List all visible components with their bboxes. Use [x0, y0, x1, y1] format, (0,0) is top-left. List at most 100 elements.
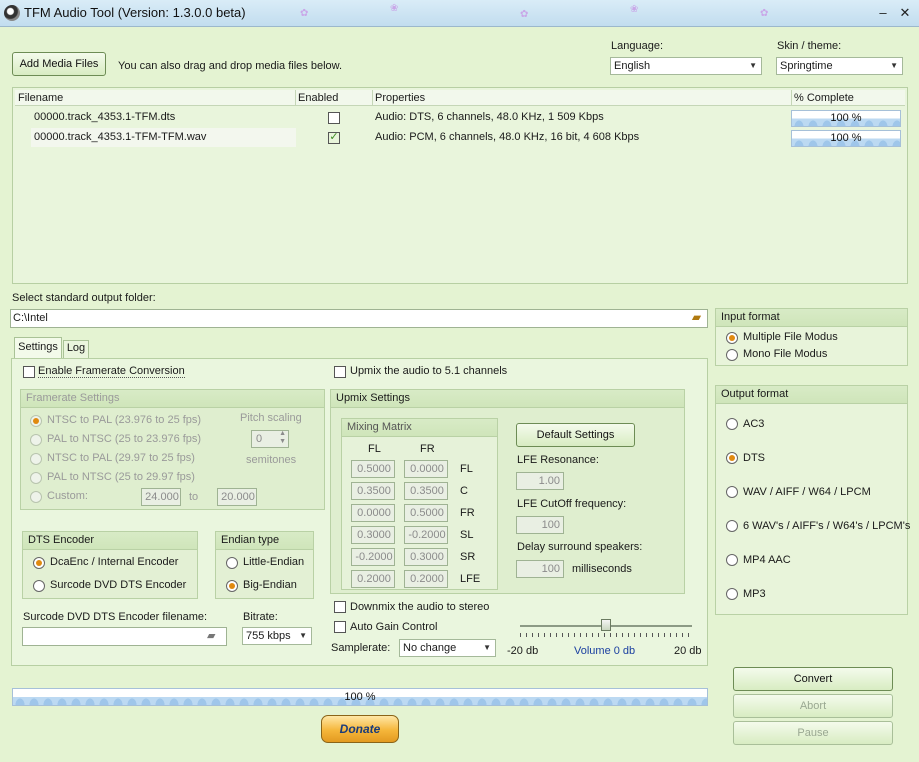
default-settings-button[interactable]: Default Settings — [516, 423, 635, 447]
file-properties: Audio: PCM, 6 channels, 48.0 KHz, 16 bit… — [375, 131, 640, 143]
dts-encoder-option-label: Surcode DVD DTS Encoder — [50, 579, 187, 591]
media-file-list[interactable]: Filename Enabled Properties % Complete 0… — [12, 87, 908, 284]
matrix-cell[interactable]: 0.0000 — [404, 460, 448, 478]
custom-from-input[interactable]: 24.000 — [141, 488, 181, 506]
matrix-row-label: C — [460, 485, 468, 497]
settings-panel: Enable Framerate Conversion Upmix the au… — [11, 358, 708, 666]
framerate-option-radio[interactable] — [30, 434, 42, 446]
output-format-option-label: AC3 — [743, 418, 765, 430]
samplerate-select[interactable]: No change ▼ — [399, 639, 496, 657]
matrix-cell[interactable]: 0.3500 — [404, 482, 448, 500]
output-format-radio[interactable] — [726, 418, 738, 430]
folder-icon[interactable]: ▰ — [207, 629, 215, 642]
framerate-settings-group: Framerate Settings NTSC to PAL (23.976 t… — [20, 389, 325, 510]
add-media-files-button[interactable]: Add Media Files — [12, 52, 106, 76]
surcode-filename-input[interactable] — [22, 627, 227, 646]
pitch-value: 0 — [256, 433, 263, 445]
skin-select[interactable]: Springtime ▼ — [776, 57, 903, 75]
matrix-cell[interactable]: 0.3000 — [404, 548, 448, 566]
bitrate-select[interactable]: 755 kbps ▼ — [242, 627, 312, 645]
matrix-cell[interactable]: 0.2000 — [351, 570, 395, 588]
donate-button[interactable]: Donate — [321, 715, 399, 743]
custom-to-label: to — [189, 491, 199, 503]
minimize-button[interactable]: – — [876, 6, 890, 20]
output-format-radio[interactable] — [726, 554, 738, 566]
pause-button[interactable]: Pause — [733, 721, 893, 745]
dts-encoder-title: DTS Encoder — [23, 532, 197, 550]
output-format-title: Output format — [716, 386, 907, 404]
matrix-cell[interactable]: 0.3000 — [351, 526, 395, 544]
endian-radio[interactable] — [226, 580, 238, 592]
bitrate-value: 755 kbps — [246, 630, 291, 642]
delay-surround-input[interactable]: 100 — [516, 560, 564, 578]
matrix-cell[interactable]: 0.0000 — [351, 504, 395, 522]
semitones-label: semitones — [246, 454, 297, 466]
column-header-enabled[interactable]: Enabled — [298, 92, 338, 104]
input-format-option-label: Multiple File Modus — [743, 331, 838, 343]
matrix-cell[interactable]: -0.2000 — [351, 548, 395, 566]
output-format-radio[interactable] — [726, 452, 738, 464]
lfe-cutoff-input[interactable]: 100 — [516, 516, 564, 534]
output-format-option-label: 6 WAV's / AIFF's / W64's / LPCM's — [743, 520, 911, 532]
matrix-row-label: SL — [460, 529, 474, 541]
matrix-cell[interactable]: 0.5000 — [404, 504, 448, 522]
column-header-complete[interactable]: % Complete — [794, 92, 854, 104]
column-header-properties[interactable]: Properties — [375, 92, 425, 104]
chevron-down-icon: ▼ — [299, 631, 307, 640]
enable-framerate-checkbox[interactable] — [23, 366, 35, 378]
close-button[interactable]: ✕ — [898, 6, 912, 20]
volume-min-label: -20 db — [507, 645, 539, 657]
upmix-label: Upmix the audio to 5.1 channels — [350, 365, 508, 377]
butterfly-decoration-icon: ❀ — [390, 3, 399, 14]
endian-radio[interactable] — [226, 557, 238, 569]
framerate-option-radio[interactable] — [30, 472, 42, 484]
matrix-cell[interactable]: 0.3500 — [351, 482, 395, 500]
matrix-cell[interactable]: 0.2000 — [404, 570, 448, 588]
input-format-radio[interactable] — [726, 332, 738, 344]
endian-type-title: Endian type — [216, 532, 313, 550]
convert-button[interactable]: Convert — [733, 667, 893, 691]
file-list-header: Filename Enabled Properties % Complete — [15, 90, 905, 106]
downmix-checkbox[interactable] — [334, 601, 346, 613]
file-enabled-checkbox[interactable]: ✓ — [328, 132, 340, 144]
title-bar: TFM Audio Tool (Version: 1.3.0.0 beta) ✿… — [0, 0, 919, 27]
language-select[interactable]: English ▼ — [610, 57, 762, 75]
output-format-radio[interactable] — [726, 520, 738, 532]
file-enabled-checkbox[interactable] — [328, 112, 340, 124]
matrix-row-label: FR — [460, 507, 475, 519]
output-folder-input[interactable]: C:\Intel — [10, 309, 708, 328]
matrix-cell[interactable]: 0.5000 — [351, 460, 395, 478]
lfe-resonance-input[interactable]: 1.00 — [516, 472, 564, 490]
skin-value: Springtime — [780, 60, 833, 72]
custom-to-input[interactable]: 20.000 — [217, 488, 257, 506]
framerate-option-radio[interactable] — [30, 453, 42, 465]
output-format-radio[interactable] — [726, 486, 738, 498]
upmix-settings-group: Upmix Settings Mixing Matrix FL FR 0.500… — [330, 389, 685, 594]
volume-slider[interactable] — [520, 617, 692, 637]
dts-encoder-option-label: DcaEnc / Internal Encoder — [50, 556, 179, 568]
input-format-radio[interactable] — [726, 349, 738, 361]
file-properties: Audio: DTS, 6 channels, 48.0 KHz, 1 509 … — [375, 111, 604, 123]
app-icon — [4, 5, 20, 21]
framerate-option-radio[interactable] — [30, 415, 42, 427]
tab-log[interactable]: Log — [63, 340, 89, 358]
pitch-stepper[interactable]: 0 ▲ ▼ — [251, 430, 289, 448]
column-header-filename[interactable]: Filename — [18, 92, 63, 104]
folder-icon[interactable]: ▰ — [687, 310, 706, 326]
dts-encoder-group: DTS Encoder DcaEnc / Internal Encoder Su… — [22, 531, 198, 599]
upmix-checkbox[interactable] — [334, 366, 346, 378]
file-row[interactable]: 00000.track_4353.1-TFM.dts Audio: DTS, 6… — [15, 108, 905, 128]
output-format-radio[interactable] — [726, 588, 738, 600]
dts-encoder-radio[interactable] — [33, 580, 45, 592]
matrix-cell[interactable]: -0.2000 — [404, 526, 448, 544]
auto-gain-checkbox[interactable] — [334, 621, 346, 633]
volume-slider-thumb[interactable] — [601, 619, 611, 631]
abort-button[interactable]: Abort — [733, 694, 893, 718]
stepper-arrows-icon[interactable]: ▲ ▼ — [279, 430, 286, 446]
dts-encoder-radio[interactable] — [33, 557, 45, 569]
output-format-group: Output format AC3 DTS WAV / AIFF / W64 /… — [715, 385, 911, 615]
tab-settings[interactable]: Settings — [14, 337, 62, 358]
file-row[interactable]: 00000.track_4353.1-TFM-TFM.wav ✓ Audio: … — [15, 128, 905, 148]
window-title: TFM Audio Tool (Version: 1.3.0.0 beta) — [24, 5, 246, 20]
framerate-option-radio[interactable] — [30, 491, 42, 503]
